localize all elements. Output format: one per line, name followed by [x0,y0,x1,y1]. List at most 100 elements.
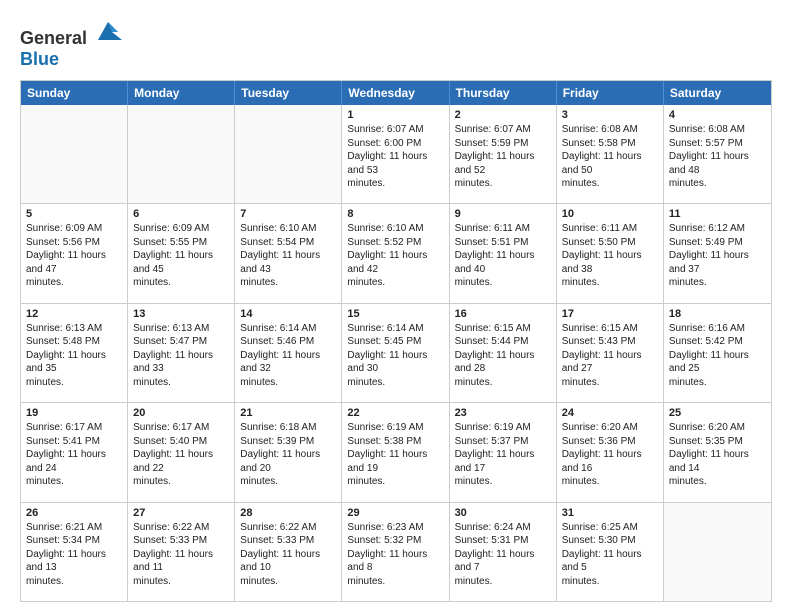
calendar-cell: 4Sunrise: 6:08 AMSunset: 5:57 PMDaylight… [664,105,771,203]
cell-info: Sunrise: 6:15 AMSunset: 5:44 PMDaylight:… [455,322,551,390]
calendar-cell: 10 Sunrise: 6:11 AMSunset: 5:50 PMDayligh… [557,204,664,302]
calendar-cell: 5Sunrise: 6:09 AMSunset: 5:56 PMDaylight… [21,204,128,302]
calendar-week-5: 26 Sunrise: 6:21 AMSunset: 5:34 PMDayligh… [21,503,771,601]
logo-blue: Blue [20,49,59,69]
calendar-cell: 14Sunrise: 6:14 AMSunset: 5:46 PMDayligh… [235,304,342,402]
day-number: 11 [669,208,766,220]
cell-info: Sunrise: 6:18 AMSunset: 5:39 PMDaylight:… [240,421,336,489]
calendar-week-1: 1 Sunrise: 6:07 AMSunset: 6:00 PMDaylight… [21,105,771,204]
calendar-cell: 24Sunrise: 6:20 AMSunset: 5:36 PMDayligh… [557,403,664,501]
cell-info: Sunrise: 6:21 AMSunset: 5:34 PMDaylight:… [26,521,122,589]
day-number: 14 [240,308,336,320]
day-number: 16 [455,308,551,320]
day-number: 2 [455,109,551,121]
cell-info: Sunrise: 6:16 AMSunset: 5:42 PMDaylight:… [669,322,766,390]
calendar-cell: 1 Sunrise: 6:07 AMSunset: 6:00 PMDaylight… [342,105,449,203]
day-number: 24 [562,407,658,419]
calendar-week-3: 12 Sunrise: 6:13 AMSunset: 5:48 PMDayligh… [21,304,771,403]
cell-info: Sunrise: 6:11 AMSunset: 5:50 PMDaylight:… [562,222,658,290]
day-number: 20 [133,407,229,419]
logo-general: General [20,28,87,48]
calendar-cell [21,105,128,203]
calendar: SundayMondayTuesdayWednesdayThursdayFrid… [20,80,772,602]
day-number: 23 [455,407,551,419]
calendar-cell [235,105,342,203]
day-number: 22 [347,407,443,419]
calendar-cell: 12 Sunrise: 6:13 AMSunset: 5:48 PMDayligh… [21,304,128,402]
calendar-cell: 17 Sunrise: 6:15 AMSunset: 5:43 PMDayligh… [557,304,664,402]
calendar-cell: 7 Sunrise: 6:10 AMSunset: 5:54 PMDaylight… [235,204,342,302]
cell-info: Sunrise: 6:10 AMSunset: 5:54 PMDaylight:… [240,222,336,290]
cell-info: Sunrise: 6:08 AMSunset: 5:58 PMDaylight:… [562,123,658,191]
day-number: 13 [133,308,229,320]
calendar-cell: 26 Sunrise: 6:21 AMSunset: 5:34 PMDayligh… [21,503,128,601]
calendar-cell: 29Sunrise: 6:23 AMSunset: 5:32 PMDayligh… [342,503,449,601]
calendar-cell: 25 Sunrise: 6:20 AMSunset: 5:35 PMDayligh… [664,403,771,501]
logo-icon [94,16,122,44]
calendar-cell: 13Sunrise: 6:13 AMSunset: 5:47 PMDayligh… [128,304,235,402]
header-day-monday: Monday [128,81,235,105]
day-number: 15 [347,308,443,320]
calendar-cell [128,105,235,203]
calendar-cell [664,503,771,601]
day-number: 10 [562,208,658,220]
cell-info: Sunrise: 6:15 AMSunset: 5:43 PMDaylight:… [562,322,658,390]
day-number: 31 [562,507,658,519]
day-number: 18 [669,308,766,320]
calendar-cell: 19Sunrise: 6:17 AMSunset: 5:41 PMDayligh… [21,403,128,501]
day-number: 30 [455,507,551,519]
cell-info: Sunrise: 6:09 AMSunset: 5:55 PMDaylight:… [133,222,229,290]
day-number: 1 [347,109,443,121]
cell-info: Sunrise: 6:19 AMSunset: 5:38 PMDaylight:… [347,421,443,489]
cell-info: Sunrise: 6:10 AMSunset: 5:52 PMDaylight:… [347,222,443,290]
cell-info: Sunrise: 6:07 AMSunset: 5:59 PMDaylight:… [455,123,551,191]
day-number: 21 [240,407,336,419]
calendar-cell: 3 Sunrise: 6:08 AMSunset: 5:58 PMDaylight… [557,105,664,203]
calendar-cell: 22 Sunrise: 6:19 AMSunset: 5:38 PMDayligh… [342,403,449,501]
day-number: 6 [133,208,229,220]
cell-info: Sunrise: 6:09 AMSunset: 5:56 PMDaylight:… [26,222,122,290]
calendar-body: 1 Sunrise: 6:07 AMSunset: 6:00 PMDaylight… [21,105,771,601]
header-day-tuesday: Tuesday [235,81,342,105]
header-day-friday: Friday [557,81,664,105]
day-number: 25 [669,407,766,419]
cell-info: Sunrise: 6:19 AMSunset: 5:37 PMDaylight:… [455,421,551,489]
cell-info: Sunrise: 6:25 AMSunset: 5:30 PMDaylight:… [562,521,658,589]
calendar-cell: 30 Sunrise: 6:24 AMSunset: 5:31 PMDayligh… [450,503,557,601]
calendar-cell: 21 Sunrise: 6:18 AMSunset: 5:39 PMDayligh… [235,403,342,501]
cell-info: Sunrise: 6:13 AMSunset: 5:48 PMDaylight:… [26,322,122,390]
day-number: 3 [562,109,658,121]
day-number: 7 [240,208,336,220]
calendar-cell: 15 Sunrise: 6:14 AMSunset: 5:45 PMDayligh… [342,304,449,402]
cell-info: Sunrise: 6:07 AMSunset: 6:00 PMDaylight:… [347,123,443,191]
cell-info: Sunrise: 6:14 AMSunset: 5:45 PMDaylight:… [347,322,443,390]
calendar-cell: 31 Sunrise: 6:25 AMSunset: 5:30 PMDayligh… [557,503,664,601]
calendar-header: SundayMondayTuesdayWednesdayThursdayFrid… [21,81,771,105]
day-number: 4 [669,109,766,121]
header-day-sunday: Sunday [21,81,128,105]
calendar-cell: 20 Sunrise: 6:17 AMSunset: 5:40 PMDayligh… [128,403,235,501]
cell-info: Sunrise: 6:20 AMSunset: 5:35 PMDaylight:… [669,421,766,489]
header-day-saturday: Saturday [664,81,771,105]
calendar-cell: 6 Sunrise: 6:09 AMSunset: 5:55 PMDaylight… [128,204,235,302]
calendar-cell: 27Sunrise: 6:22 AMSunset: 5:33 PMDayligh… [128,503,235,601]
day-number: 12 [26,308,122,320]
cell-info: Sunrise: 6:24 AMSunset: 5:31 PMDaylight:… [455,521,551,589]
calendar-cell: 8Sunrise: 6:10 AMSunset: 5:52 PMDaylight… [342,204,449,302]
day-number: 9 [455,208,551,220]
cell-info: Sunrise: 6:12 AMSunset: 5:49 PMDaylight:… [669,222,766,290]
calendar-cell: 2 Sunrise: 6:07 AMSunset: 5:59 PMDaylight… [450,105,557,203]
day-number: 27 [133,507,229,519]
page-header: General Blue [20,16,772,70]
calendar-cell: 23 Sunrise: 6:19 AMSunset: 5:37 PMDayligh… [450,403,557,501]
day-number: 26 [26,507,122,519]
header-day-wednesday: Wednesday [342,81,449,105]
calendar-week-4: 19Sunrise: 6:17 AMSunset: 5:41 PMDayligh… [21,403,771,502]
cell-info: Sunrise: 6:17 AMSunset: 5:40 PMDaylight:… [133,421,229,489]
day-number: 17 [562,308,658,320]
calendar-cell: 18 Sunrise: 6:16 AMSunset: 5:42 PMDayligh… [664,304,771,402]
calendar-week-2: 5Sunrise: 6:09 AMSunset: 5:56 PMDaylight… [21,204,771,303]
day-number: 29 [347,507,443,519]
logo: General Blue [20,16,122,70]
calendar-cell: 16 Sunrise: 6:15 AMSunset: 5:44 PMDayligh… [450,304,557,402]
